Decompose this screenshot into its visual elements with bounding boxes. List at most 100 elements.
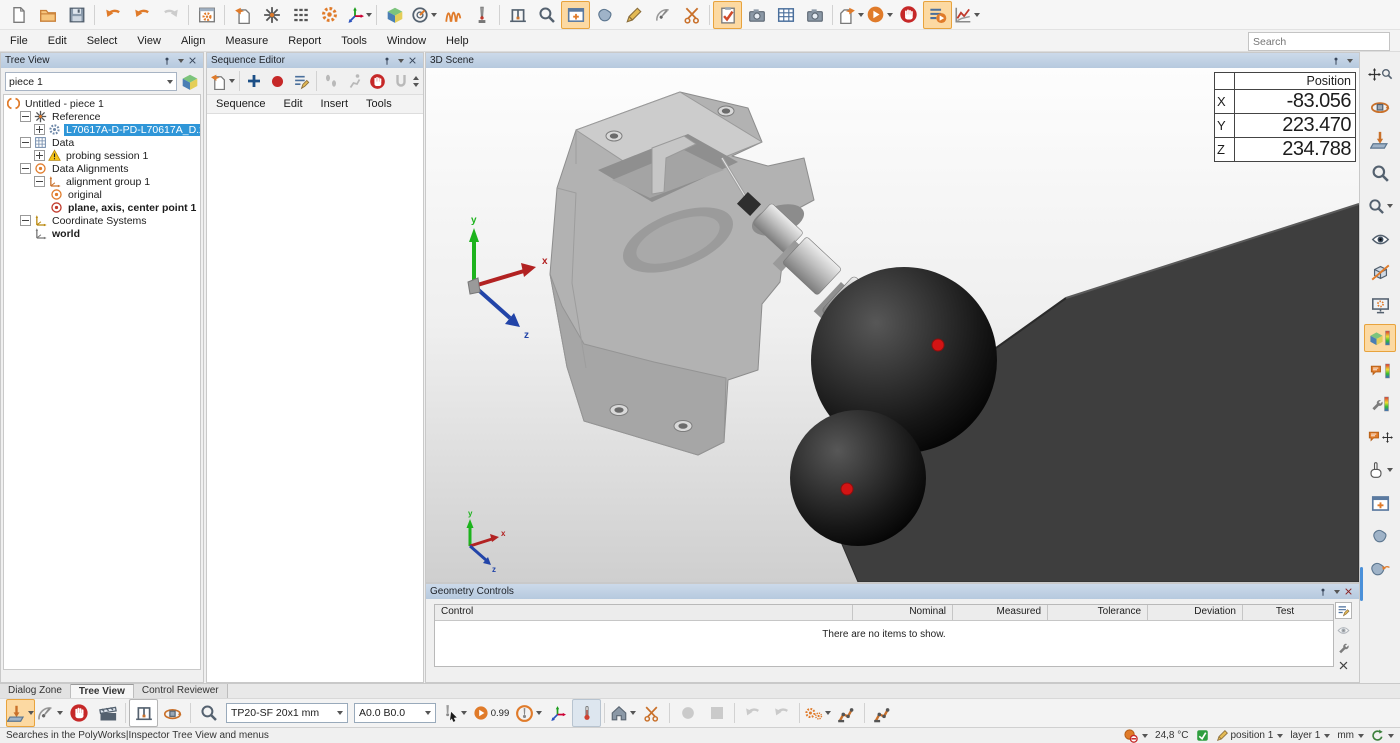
connect-device-icon[interactable] — [315, 1, 344, 29]
hand-pointer-icon[interactable] — [1364, 456, 1396, 484]
menu-measure[interactable]: Measure — [215, 32, 278, 50]
collapse-expander[interactable] — [34, 176, 45, 187]
sequence-content-area[interactable] — [207, 114, 423, 682]
rotate-3d-icon[interactable] — [1364, 93, 1396, 121]
visibility-eye-icon[interactable] — [1337, 624, 1350, 637]
column-measured[interactable]: Measured — [953, 605, 1048, 620]
clapperboard-icon[interactable] — [93, 699, 122, 727]
surface-window-icon[interactable] — [1364, 489, 1396, 517]
piece-info-icon[interactable] — [181, 73, 199, 91]
probe-cursor-icon[interactable] — [439, 699, 468, 727]
play-measurement-icon[interactable] — [865, 1, 894, 29]
previous-disabled-icon[interactable] — [738, 699, 767, 727]
screen-options-icon[interactable] — [1364, 291, 1396, 319]
probe-direction-icon[interactable] — [35, 699, 64, 727]
pin-icon[interactable] — [1316, 586, 1329, 598]
colormap-annotations-icon[interactable] — [1364, 357, 1396, 385]
colormap-object-icon[interactable] — [1364, 324, 1396, 352]
close-icon[interactable] — [186, 55, 199, 67]
chevron-down-icon[interactable] — [1329, 586, 1342, 598]
annotation-move-icon[interactable] — [1364, 423, 1396, 451]
import-model-icon[interactable] — [228, 1, 257, 29]
menu-align[interactable]: Align — [171, 32, 215, 50]
snapshot-camera-icon[interactable] — [800, 1, 829, 29]
save-icon[interactable] — [62, 1, 91, 29]
tree-item-world[interactable]: world — [4, 227, 200, 240]
scroll-down-icon[interactable] — [413, 83, 419, 87]
circle-probe-icon[interactable] — [514, 699, 543, 727]
play-probe-icon[interactable]: 0.99 — [468, 699, 514, 727]
piece-selector[interactable]: piece 1 — [5, 72, 177, 91]
fixture-icon[interactable] — [503, 1, 532, 29]
cloud-measure-icon[interactable] — [590, 1, 619, 29]
digital-readout-icon[interactable] — [286, 1, 315, 29]
seq-menu-tools[interactable]: Tools — [357, 96, 401, 112]
refresh-icon[interactable] — [1371, 729, 1394, 742]
close-icon[interactable] — [1342, 586, 1355, 598]
probe-home-icon[interactable] — [608, 699, 637, 727]
run-sequence-icon[interactable] — [923, 1, 952, 29]
redo-icon[interactable] — [156, 1, 185, 29]
clipping-cube-icon[interactable] — [1364, 258, 1396, 286]
expand-expander[interactable] — [34, 150, 45, 161]
tree-item-data-alignments[interactable]: Data Alignments — [4, 162, 200, 175]
stop-measurement-icon[interactable] — [894, 1, 923, 29]
pan-zoom-icon[interactable] — [1364, 60, 1396, 88]
tab-control-reviewer[interactable]: Control Reviewer — [134, 684, 228, 698]
inspection-checklist-icon[interactable] — [713, 1, 742, 29]
open-folder-icon[interactable] — [33, 1, 62, 29]
chevron-down-icon[interactable] — [393, 55, 406, 67]
step-mode-icon[interactable] — [320, 67, 343, 95]
zoom-region-icon[interactable] — [1364, 159, 1396, 187]
probe-stylus-icon[interactable] — [467, 1, 496, 29]
menu-edit[interactable]: Edit — [38, 32, 77, 50]
stop-sequence-icon[interactable] — [366, 67, 389, 95]
color-cube-icon[interactable] — [380, 1, 409, 29]
scene-viewport[interactable]: y x z y x z Position X-83.056 Y223.4 — [426, 68, 1359, 582]
export-model-icon[interactable] — [836, 1, 865, 29]
magnifier-probe-icon[interactable] — [532, 1, 561, 29]
collapse-expander[interactable] — [20, 163, 31, 174]
stop-hand-icon[interactable] — [64, 699, 93, 727]
run-sequence-icon[interactable] — [343, 67, 366, 95]
align-view-icon[interactable] — [1364, 126, 1396, 154]
axis-probe-icon[interactable] — [543, 699, 572, 727]
collapse-expander[interactable] — [20, 111, 31, 122]
menu-report[interactable]: Report — [278, 32, 331, 50]
menu-select[interactable]: Select — [77, 32, 128, 50]
expand-expander[interactable] — [34, 124, 45, 135]
edit-steps-icon[interactable] — [289, 67, 312, 95]
seq-menu-sequence[interactable]: Sequence — [207, 96, 275, 112]
stop-disabled-icon[interactable] — [702, 699, 731, 727]
chevron-down-icon[interactable] — [173, 55, 186, 67]
menu-help[interactable]: Help — [436, 32, 479, 50]
pin-icon[interactable] — [160, 55, 173, 67]
tree-item-original[interactable]: original — [4, 188, 200, 201]
robot-program-icon[interactable] — [832, 699, 861, 727]
add-step-icon[interactable] — [243, 67, 266, 95]
menu-view[interactable]: View — [127, 32, 171, 50]
menu-tools[interactable]: Tools — [331, 32, 377, 50]
toolbar-overflow[interactable] — [413, 76, 421, 87]
tab-dialog-zone[interactable]: Dialog Zone — [0, 684, 71, 698]
measurement-trend-icon[interactable] — [952, 1, 981, 29]
units-select[interactable]: mm — [1337, 730, 1364, 741]
layer-select[interactable]: layer 1 — [1290, 730, 1330, 741]
menu-window[interactable]: Window — [377, 32, 436, 50]
delete-icon[interactable] — [1338, 659, 1349, 671]
new-sequence-icon[interactable] — [209, 67, 236, 95]
surface-sync-icon[interactable] — [1364, 555, 1396, 583]
column-nominal[interactable]: Nominal — [853, 605, 953, 620]
wrench-icon[interactable] — [1337, 642, 1349, 654]
pin-icon[interactable] — [1329, 55, 1342, 67]
seq-menu-edit[interactable]: Edit — [275, 96, 312, 112]
tree-item-reference[interactable]: Reference — [4, 110, 200, 123]
scroll-indicator[interactable] — [1360, 567, 1363, 601]
grip-probe-icon[interactable] — [648, 1, 677, 29]
column-control[interactable]: Control — [435, 605, 853, 620]
surface-add-icon[interactable] — [1364, 522, 1396, 550]
pin-icon[interactable] — [380, 55, 393, 67]
tree-item-data[interactable]: Data — [4, 136, 200, 149]
tree-item-project[interactable]: Untitled - piece 1 — [4, 97, 200, 110]
collapse-expander[interactable] — [20, 215, 31, 226]
